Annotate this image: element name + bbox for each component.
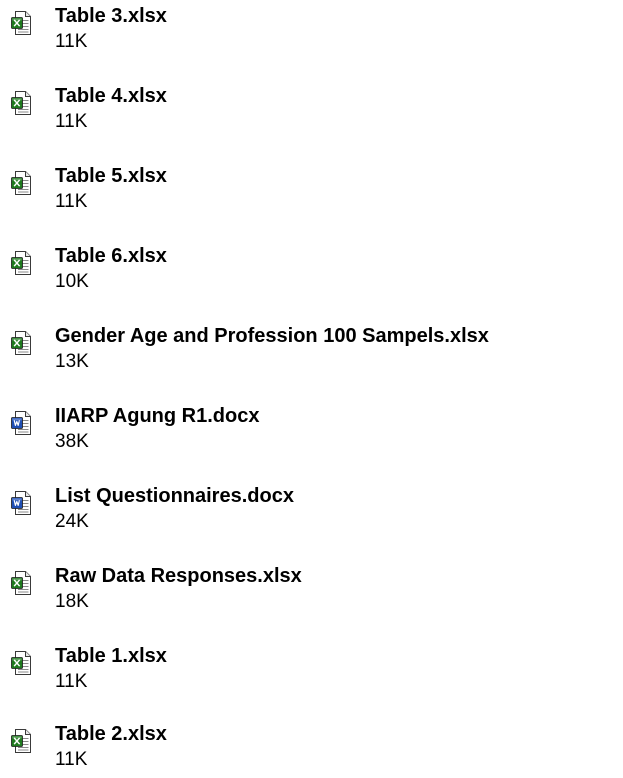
file-item[interactable]: Table 4.xlsx 11K xyxy=(0,80,623,140)
file-name-link[interactable]: List Questionnaires.docx xyxy=(55,484,294,508)
file-size: 13K xyxy=(55,351,89,372)
excel-file-icon[interactable] xyxy=(10,570,32,596)
file-size: 11K xyxy=(55,111,88,132)
excel-file-icon[interactable] xyxy=(10,650,32,676)
file-item[interactable]: Gender Age and Profession 100 Sampels.xl… xyxy=(0,320,623,380)
file-name-link[interactable]: Table 2.xlsx xyxy=(55,722,167,746)
file-size: 11K xyxy=(55,191,88,212)
file-name-link[interactable]: Table 6.xlsx xyxy=(55,244,167,268)
excel-file-icon[interactable] xyxy=(10,728,32,754)
excel-file-icon[interactable] xyxy=(10,170,32,196)
file-name-link[interactable]: Raw Data Responses.xlsx xyxy=(55,564,302,588)
file-item[interactable]: List Questionnaires.docx 24K xyxy=(0,480,623,540)
file-size: 11K xyxy=(55,749,88,770)
file-name-link[interactable]: Table 3.xlsx xyxy=(55,4,167,28)
excel-file-icon[interactable] xyxy=(10,10,32,36)
file-name-link[interactable]: Table 1.xlsx xyxy=(55,644,167,668)
excel-file-icon[interactable] xyxy=(10,90,32,116)
file-item[interactable]: Table 3.xlsx 11K xyxy=(0,0,623,60)
file-item[interactable]: Table 5.xlsx 11K xyxy=(0,160,623,220)
file-item[interactable]: Table 6.xlsx 10K xyxy=(0,240,623,300)
file-size: 11K xyxy=(55,31,88,52)
file-name-link[interactable]: Gender Age and Profession 100 Sampels.xl… xyxy=(55,324,489,348)
file-item[interactable]: IIARP Agung R1.docx 38K xyxy=(0,400,623,460)
word-file-icon[interactable] xyxy=(10,410,32,436)
excel-file-icon[interactable] xyxy=(10,250,32,276)
file-size: 18K xyxy=(55,591,89,612)
file-name-link[interactable]: Table 4.xlsx xyxy=(55,84,167,108)
file-item[interactable]: Raw Data Responses.xlsx 18K xyxy=(0,560,623,620)
file-size: 24K xyxy=(55,511,89,532)
file-item[interactable]: Table 2.xlsx 11K xyxy=(0,718,623,778)
file-name-link[interactable]: Table 5.xlsx xyxy=(55,164,167,188)
word-file-icon[interactable] xyxy=(10,490,32,516)
file-size: 38K xyxy=(55,431,89,452)
file-name-link[interactable]: IIARP Agung R1.docx xyxy=(55,404,259,428)
file-item[interactable]: Table 1.xlsx 11K xyxy=(0,640,623,700)
file-size: 11K xyxy=(55,671,88,692)
excel-file-icon[interactable] xyxy=(10,330,32,356)
file-size: 10K xyxy=(55,271,89,292)
